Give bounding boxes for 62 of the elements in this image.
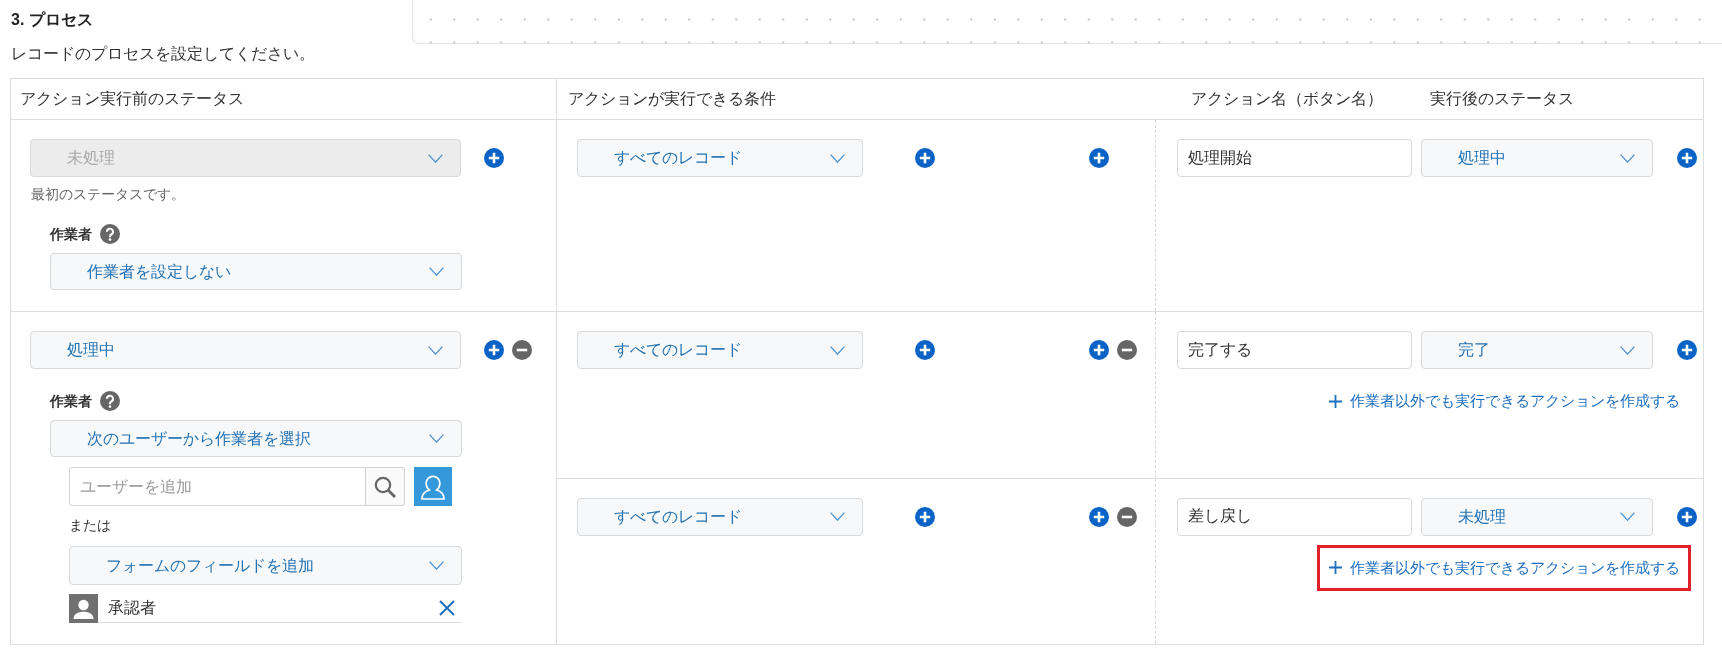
- plus-circle-icon[interactable]: [1677, 340, 1697, 360]
- column-header: アクション実行前のステータス: [20, 89, 244, 109]
- chevron-down-icon: [1620, 512, 1635, 521]
- next-status-dropdown[interactable]: 未処理: [1421, 497, 1653, 536]
- chevron-down-icon: [830, 512, 845, 521]
- assignee-mode-dropdown[interactable]: 作業者を設定しない: [50, 253, 462, 290]
- chevron-down-icon: [1620, 345, 1635, 355]
- plus-circle-icon[interactable]: [1089, 340, 1109, 360]
- create-action-link[interactable]: 作業者以外でも実行できるアクションを作成する: [1317, 378, 1691, 424]
- chevron-down-icon: [830, 153, 845, 163]
- action-name-field[interactable]: 差し戻し: [1177, 497, 1412, 536]
- status-dropdown[interactable]: 処理中: [30, 331, 461, 369]
- plus-circle-icon[interactable]: [1089, 506, 1109, 527]
- minus-circle-icon[interactable]: [1117, 506, 1137, 527]
- condition-dropdown[interactable]: すべてのレコード: [577, 497, 863, 536]
- user-search-field[interactable]: ユーザーを追加: [69, 467, 366, 506]
- assignee-name: 承認者: [108, 598, 156, 618]
- chevron-down-icon: [830, 345, 845, 355]
- column-header: アクション名（ボタン名）: [1191, 89, 1383, 109]
- plus-circle-icon[interactable]: [1677, 148, 1697, 168]
- section-description: レコードのプロセスを設定してください。: [11, 44, 315, 64]
- user-picker-button[interactable]: [414, 467, 452, 506]
- column-header: 実行後のステータス: [1430, 89, 1574, 109]
- create-action-link[interactable]: 作業者以外でも実行できるアクションを作成する: [1317, 544, 1691, 591]
- chevron-down-icon: [429, 267, 444, 276]
- next-status-dropdown[interactable]: 完了: [1421, 331, 1653, 369]
- plus-icon: [1329, 394, 1342, 408]
- assignee-mode-dropdown[interactable]: 次のユーザーから作業者を選択: [50, 420, 462, 457]
- chevron-down-icon: [428, 153, 443, 163]
- chevron-down-icon: [429, 434, 444, 443]
- close-icon[interactable]: [439, 600, 455, 616]
- plus-circle-icon[interactable]: [484, 340, 504, 360]
- chevron-down-icon: [1620, 153, 1635, 163]
- assignee-label: 作業者: [50, 392, 92, 411]
- help-icon[interactable]: [100, 224, 120, 244]
- plus-circle-icon[interactable]: [1677, 506, 1697, 527]
- assignee-label: 作業者: [50, 225, 92, 244]
- person-icon: [421, 473, 445, 500]
- minus-circle-icon[interactable]: [1117, 340, 1137, 360]
- plus-circle-icon[interactable]: [915, 148, 935, 168]
- next-status-dropdown[interactable]: 処理中: [1421, 139, 1653, 177]
- column-header: アクションが実行できる条件: [568, 89, 776, 109]
- action-name-field[interactable]: 処理開始: [1177, 139, 1412, 177]
- or-label: または: [69, 516, 111, 535]
- plus-circle-icon[interactable]: [1089, 148, 1109, 168]
- plus-circle-icon[interactable]: [915, 506, 935, 527]
- search-button[interactable]: [366, 467, 405, 506]
- form-field-dropdown[interactable]: フォームのフィールドを追加: [69, 546, 462, 585]
- plus-circle-icon[interactable]: [484, 148, 504, 168]
- help-icon[interactable]: [100, 391, 120, 411]
- status-note: 最初のステータスです。: [31, 186, 185, 202]
- condition-dropdown[interactable]: すべてのレコード: [577, 139, 863, 177]
- minus-circle-icon[interactable]: [512, 340, 532, 360]
- condition-dropdown[interactable]: すべてのレコード: [577, 331, 863, 369]
- search-icon: [374, 475, 396, 498]
- chevron-down-icon: [428, 345, 443, 355]
- chevron-down-icon: [429, 561, 444, 570]
- user-avatar-icon: [69, 594, 98, 623]
- plus-icon: [1329, 561, 1342, 574]
- action-name-field[interactable]: 完了する: [1177, 331, 1412, 369]
- section-title: 3. プロセス: [11, 10, 93, 30]
- plus-circle-icon[interactable]: [915, 340, 935, 360]
